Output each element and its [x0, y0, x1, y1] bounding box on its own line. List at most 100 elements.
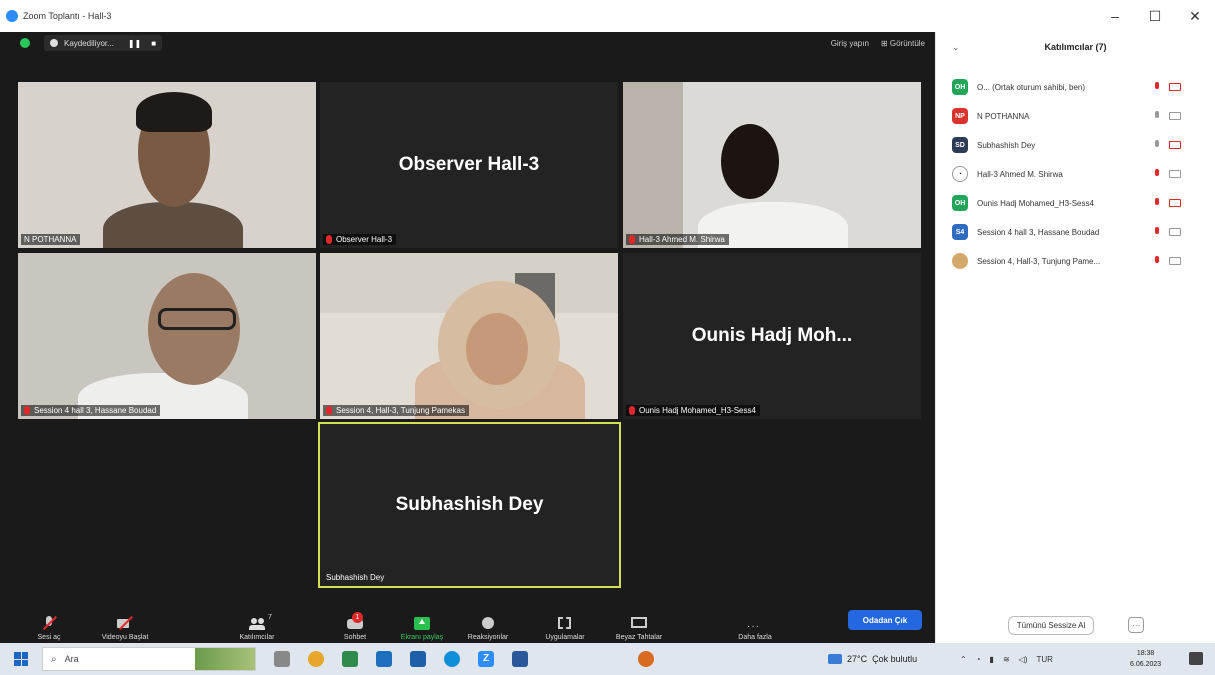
mic-icon[interactable]: [1153, 140, 1161, 150]
maximize-button[interactable]: ☐: [1135, 0, 1175, 32]
video-tile-n-pothanna[interactable]: N POTHANNA: [18, 82, 316, 248]
stop-recording-button[interactable]: ■: [151, 39, 156, 48]
language-indicator[interactable]: TUR: [1036, 655, 1052, 664]
leave-room-button[interactable]: Odadan Çık: [848, 610, 922, 630]
participant-row[interactable]: S4 Session 4 hall 3, Hassane Boudad: [952, 222, 1210, 242]
mic-muted-icon[interactable]: [1153, 82, 1161, 92]
video-tile-ahmed-shirwa[interactable]: Hall-3 Ahmed M. Shirwa: [623, 82, 921, 248]
mic-muted-icon: [326, 406, 332, 415]
participant-hair: [136, 92, 212, 132]
mic-muted-icon[interactable]: [1153, 227, 1161, 237]
video-tile-subhashish-dey[interactable]: Subhashish Dey Subhashish Dey: [318, 422, 621, 588]
video-tile-observer-hall-3[interactable]: Observer Hall-3 Observer Hall-3: [320, 82, 618, 248]
calendar-app-icon[interactable]: [376, 651, 392, 667]
reactions-label: Reaksiyonlar: [467, 634, 509, 641]
start-video-button[interactable]: Videoyu Başlat: [90, 603, 160, 641]
weather-widget[interactable]: 27°C Çok bulutlu: [828, 643, 917, 675]
video-tile-ounis-hadj[interactable]: Ounis Hadj Moh... Ounis Hadj Mohamed_H3-…: [623, 253, 921, 419]
video-tile-tunjung-pamekas[interactable]: Session 4, Hall-3, Tunjung Pamekas: [320, 253, 618, 419]
tile-name: Hall-3 Ahmed M. Shirwa: [639, 235, 725, 244]
tile-nametag: N POTHANNA: [21, 234, 81, 245]
store-icon[interactable]: [410, 651, 426, 667]
camera-icon[interactable]: [1169, 170, 1181, 178]
share-screen-button[interactable]: Ekranı paylaş: [387, 603, 457, 641]
sign-in-link[interactable]: Giriş yapın: [831, 39, 869, 48]
mic-muted-icon[interactable]: [1153, 169, 1161, 179]
zoom-taskbar-icon[interactable]: Z: [478, 651, 494, 667]
participant-avatar: OH: [952, 79, 968, 95]
temperature: 27°C: [847, 654, 868, 664]
whiteboard-label: Beyaz Tahtalar: [615, 634, 663, 641]
tile-nametag: Subhashish Dey: [323, 572, 388, 583]
camera-icon[interactable]: [1169, 112, 1181, 120]
video-tile-hassane-boudad[interactable]: Session 4 hall 3, Hassane Boudad: [18, 253, 316, 419]
app-icon[interactable]: [638, 651, 654, 667]
tile-nametag: Session 4 hall 3, Hassane Boudad: [21, 405, 161, 416]
panel-more-button[interactable]: ···: [1128, 617, 1145, 633]
participant-face: [466, 313, 528, 385]
tray-chevron-icon[interactable]: ⌃: [960, 655, 967, 664]
minimize-button[interactable]: –: [1095, 0, 1135, 32]
mail-app-icon[interactable]: [342, 651, 358, 667]
mic-icon[interactable]: [1153, 111, 1161, 121]
battery-icon[interactable]: ▮: [990, 655, 994, 664]
collapse-chevron-icon[interactable]: ⌄: [952, 42, 960, 53]
edge-icon[interactable]: [444, 651, 460, 667]
mic-muted-icon[interactable]: [1153, 256, 1161, 266]
participants-button[interactable]: 7 Katılımcılar: [222, 603, 292, 641]
participant-row[interactable]: OH Ounis Hadj Mohamed_H3-Sess4: [952, 193, 1210, 213]
volume-icon[interactable]: ◁): [1019, 655, 1028, 664]
chat-icon: 1: [347, 612, 363, 630]
participants-label: Katılımcılar: [239, 634, 275, 641]
close-button[interactable]: ✕: [1175, 0, 1215, 32]
share-screen-icon: [414, 616, 430, 630]
camera-icon[interactable]: [1169, 257, 1181, 265]
camera-icon[interactable]: [1169, 228, 1181, 236]
apps-button[interactable]: Uygulamalar: [530, 603, 600, 641]
zoom-app-icon: [6, 10, 18, 22]
whiteboard-button[interactable]: Beyaz Tahtalar: [604, 603, 674, 641]
unmute-button[interactable]: Sesi aç: [14, 603, 84, 641]
participant-row[interactable]: NP N POTHANNA: [952, 106, 1210, 126]
panel-title: Katılımcılar (7): [1044, 42, 1107, 52]
whiteboard-icon: [631, 616, 647, 630]
pause-recording-button[interactable]: ❚❚: [128, 39, 141, 48]
participant-row[interactable]: SD Subhashish Dey: [952, 135, 1210, 155]
camera-off-icon[interactable]: [1169, 141, 1181, 149]
window-titlebar: Zoom Toplantı - Hall-3 – ☐ ✕: [0, 0, 1215, 32]
system-tray: ⌃ ◔ ▮ ≋ ◁) TUR: [960, 643, 1053, 675]
participant-row[interactable]: Session 4, Hall-3, Tunjung Pame...: [952, 251, 1210, 271]
camera-off-icon[interactable]: [1169, 199, 1181, 207]
participants-panel: ⌄ Katılımcılar (7) OH O... (Ortak oturum…: [935, 32, 1215, 643]
word-icon[interactable]: [512, 651, 528, 667]
panel-footer: Tümünü Sessize Al ···: [936, 607, 1215, 643]
task-view-icon[interactable]: [274, 651, 290, 667]
tile-name: Session 4, Hall-3, Tunjung Pamekas: [336, 406, 465, 415]
meeting-topbar: Kaydediliyor... ❚❚ ■ Giriş yapın ⊞ Görün…: [0, 32, 935, 54]
search-placeholder: Ara: [64, 654, 79, 664]
notifications-icon[interactable]: [1189, 652, 1203, 665]
chat-button[interactable]: 1 Sohbet: [320, 603, 390, 641]
reactions-icon: [480, 616, 496, 630]
participant-avatar: OH: [952, 195, 968, 211]
participant-row[interactable]: ◔ Hall-3 Ahmed M. Shirwa: [952, 164, 1210, 184]
clock-date: 6.06.2023: [1130, 661, 1162, 668]
participant-row[interactable]: OH O... (Ortak oturum sahibi, ben): [952, 77, 1210, 97]
mute-all-button[interactable]: Tümünü Sessize Al: [1007, 615, 1095, 635]
camera-off-icon[interactable]: [1169, 83, 1181, 91]
network-icon[interactable]: ◔: [976, 655, 981, 664]
apps-icon: [557, 616, 573, 630]
mic-muted-icon[interactable]: [1153, 198, 1161, 208]
security-shield-icon[interactable]: [20, 38, 30, 48]
video-off-icon: [117, 615, 134, 631]
wifi-icon[interactable]: ≋: [1003, 655, 1010, 664]
taskbar-clock[interactable]: 18:38 6.06.2023: [1130, 648, 1161, 670]
more-button[interactable]: ··· Daha fazla: [720, 603, 790, 641]
view-button[interactable]: ⊞ Görüntüle: [881, 39, 925, 48]
participant-avatar: SD: [952, 137, 968, 153]
taskbar-search[interactable]: ⌕ Ara: [42, 647, 256, 671]
reactions-button[interactable]: Reaksiyonlar: [453, 603, 523, 641]
chrome-icon[interactable]: [308, 651, 324, 667]
mic-off-icon: [41, 615, 58, 631]
windows-start-icon[interactable]: [14, 652, 28, 666]
